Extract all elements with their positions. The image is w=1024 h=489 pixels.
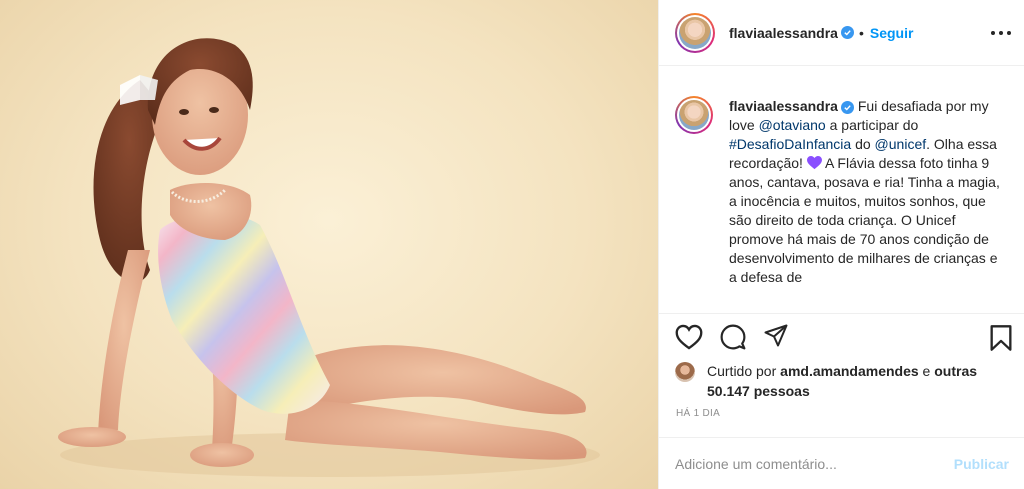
post-timestamp[interactable]: HÁ 1 DIA (676, 408, 720, 419)
action-bar (659, 313, 1024, 363)
share-send-icon[interactable] (763, 324, 789, 348)
post-photo[interactable] (0, 0, 658, 489)
mention-link[interactable]: @otaviano (759, 117, 826, 133)
post-header: flaviaalessandra • Seguir (659, 0, 1024, 66)
caption-text: flaviaalessandra Fui desafiada por my lo… (729, 97, 1009, 313)
caption-verified-badge-icon (840, 101, 854, 114)
caption-author-avatar[interactable] (675, 96, 713, 134)
comment-bar: Publicar (659, 437, 1024, 489)
more-options-icon[interactable] (991, 24, 1011, 42)
post-side-panel: flaviaalessandra • Seguir flaviaalessand… (658, 0, 1024, 489)
author-avatar[interactable] (675, 12, 715, 53)
caption-part: A Flávia dessa foto tinha 9 anos, cantav… (729, 155, 1000, 285)
caption-part: do (851, 136, 875, 152)
comment-icon[interactable] (719, 324, 747, 350)
comment-input[interactable] (675, 455, 954, 472)
caption-section: flaviaalessandra Fui desafiada por my lo… (659, 67, 1024, 313)
purple-heart-icon (806, 156, 822, 170)
caption-username[interactable]: flaviaalessandra (729, 98, 838, 114)
likes-summary: Curtido por amd.amandamendes e outras 50… (675, 361, 1015, 401)
verified-badge-icon (840, 26, 854, 39)
like-heart-icon[interactable] (675, 324, 703, 350)
publish-button[interactable]: Publicar (954, 456, 1009, 472)
likes-text: Curtido por amd.amandamendes e outras 50… (707, 363, 978, 399)
liked-by-username[interactable]: amd.amandamendes (780, 363, 919, 379)
author-username[interactable]: flaviaalessandra (729, 25, 838, 41)
photo-illustration (58, 38, 600, 477)
hashtag-link[interactable]: #DesafioDaInfancia (729, 136, 851, 152)
save-bookmark-icon[interactable] (989, 324, 1013, 352)
caption-part: a participar do (825, 117, 919, 133)
liker-avatar[interactable] (675, 362, 695, 382)
follow-button[interactable]: Seguir (870, 25, 914, 41)
separator-dot: • (858, 24, 864, 41)
mention-link[interactable]: @unicef (875, 136, 927, 152)
